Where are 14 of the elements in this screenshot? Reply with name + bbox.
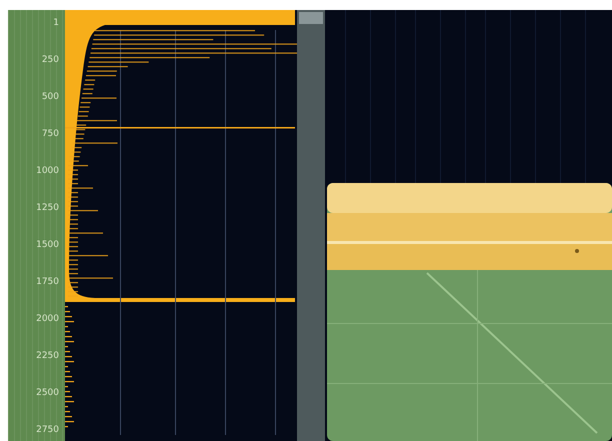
- ruler-label: 2250: [36, 350, 59, 363]
- ruler-label: 750: [42, 128, 59, 141]
- ruler-label: 1250: [36, 202, 59, 215]
- scrollbar[interactable]: [297, 10, 325, 441]
- scroll-thumb[interactable]: [299, 12, 323, 24]
- ruler-label: 1000: [36, 165, 59, 178]
- ruler-label: 1750: [36, 276, 59, 289]
- ruler-label: 500: [42, 91, 59, 104]
- ruler-label: 1500: [36, 239, 59, 252]
- ruler-label: 1: [53, 17, 59, 30]
- ruler-label: 2000: [36, 313, 59, 326]
- ruler-label: 250: [42, 54, 59, 67]
- ruler-label: 2500: [36, 387, 59, 400]
- ruler-label: 2750: [36, 424, 59, 437]
